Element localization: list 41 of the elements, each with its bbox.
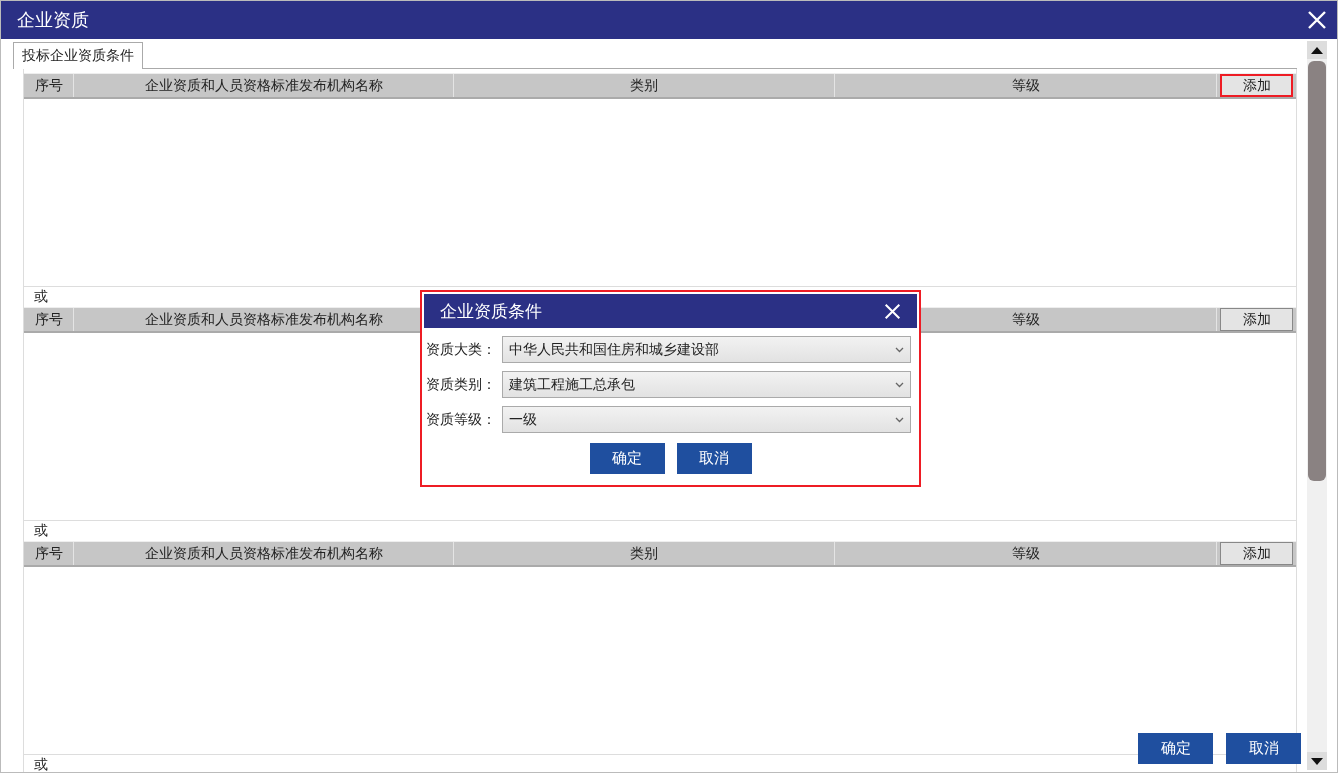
column-header: 企业资质和人员资格标准发布机构名称	[74, 74, 454, 97]
select-field[interactable]: 一级	[502, 406, 911, 433]
field-label: 资质大类：	[426, 340, 497, 359]
column-header: 序号	[24, 308, 74, 331]
chevron-down-icon	[895, 346, 904, 353]
column-header: 企业资质和人员资格标准发布机构名称	[74, 542, 454, 565]
chevron-down-icon	[895, 416, 904, 423]
add-button[interactable]: 添加	[1220, 542, 1293, 565]
add-button[interactable]: 添加	[1220, 74, 1293, 97]
column-header: 等级	[835, 74, 1217, 97]
or-label: 或	[34, 522, 48, 540]
triangle-down-icon	[1311, 757, 1323, 765]
scroll-up-button[interactable]	[1307, 41, 1327, 59]
dialog-title: 企业资质条件	[440, 299, 542, 323]
close-icon	[884, 302, 901, 320]
or-label: 或	[34, 288, 48, 306]
tab[interactable]: 投标企业资质条件	[13, 42, 143, 69]
or-label: 或	[34, 756, 48, 772]
chevron-down-icon	[895, 381, 904, 388]
confirm-button[interactable]: 确定	[1138, 733, 1213, 764]
close-button[interactable]	[884, 302, 901, 320]
add-button[interactable]: 添加	[1220, 308, 1293, 331]
close-button[interactable]	[1307, 10, 1327, 30]
column-header: 类别	[454, 74, 835, 97]
select-field[interactable]: 建筑工程施工总承包	[502, 371, 911, 398]
cancel-button[interactable]: 取消	[676, 443, 752, 474]
cancel-button[interactable]: 取消	[1226, 733, 1301, 764]
window-title: 企业资质	[17, 8, 89, 32]
column-header: 等级	[835, 542, 1217, 565]
column-header: 序号	[24, 74, 74, 97]
close-icon	[1307, 10, 1327, 30]
scroll-down-button[interactable]	[1307, 752, 1327, 770]
triangle-up-icon	[1311, 46, 1323, 54]
column-header: 序号	[24, 542, 74, 565]
scrollbar[interactable]	[1307, 41, 1327, 770]
field-label: 资质等级：	[426, 410, 497, 429]
scrollbar-thumb[interactable]	[1308, 61, 1326, 481]
select-field[interactable]: 中华人民共和国住房和城乡建设部	[502, 336, 911, 363]
confirm-button[interactable]: 确定	[589, 443, 665, 474]
field-label: 资质类别：	[426, 375, 497, 394]
column-header: 类别	[454, 542, 835, 565]
